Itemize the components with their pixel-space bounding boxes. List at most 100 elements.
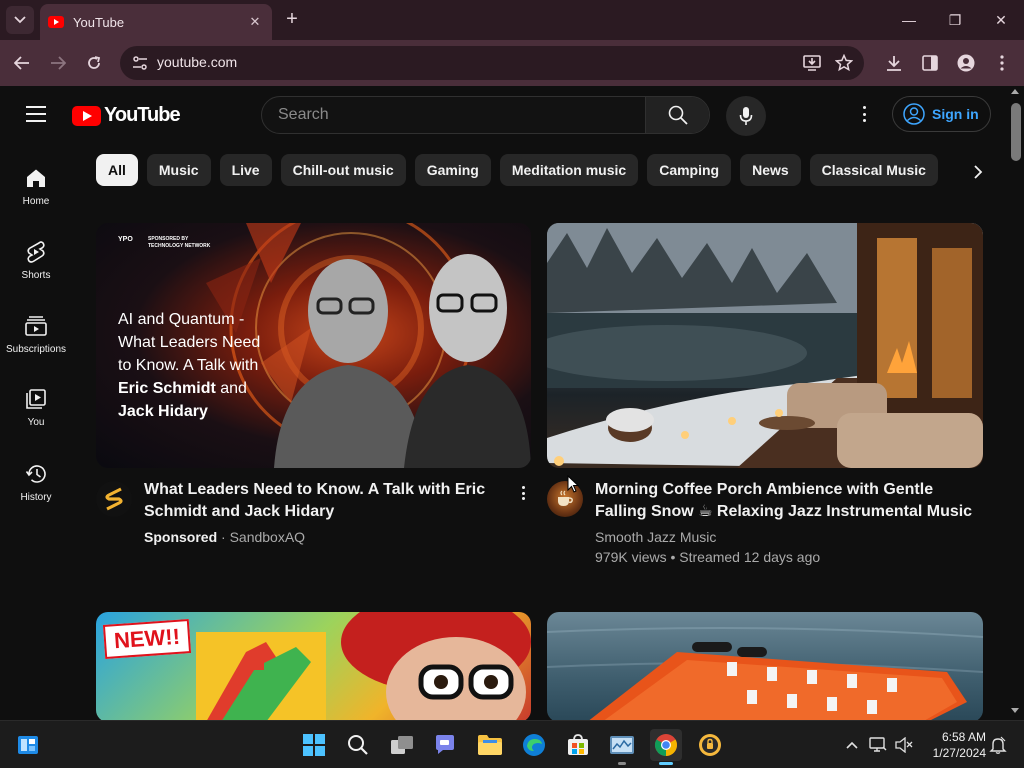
system-clock[interactable]: 6:58 AM 1/27/2024 [920,729,986,761]
profile-icon [957,54,975,72]
scrollbar-thumb[interactable] [1011,103,1021,161]
thumbnail-artwork [547,223,983,468]
network-icon [869,737,887,752]
close-window-button[interactable]: ✕ [978,0,1024,40]
task-view-button[interactable] [386,729,418,761]
chip-camping[interactable]: Camping [647,154,732,186]
page-scrollbar[interactable] [1008,86,1024,720]
maximize-button[interactable]: ❐ [932,0,978,40]
more-vertical-icon [521,486,525,489]
video-title[interactable]: What Leaders Need to Know. A Talk with E… [144,479,504,523]
video-thumbnail[interactable] [547,223,983,468]
chip-news[interactable]: News [740,154,801,186]
taskbar-search-button[interactable] [342,729,374,761]
chip-music[interactable]: Music [146,154,211,186]
back-button[interactable] [8,49,36,77]
video-byline: Sponsored · SandboxAQ [144,529,306,545]
bookmark-button[interactable] [834,54,854,72]
tab-close-button[interactable]: ✕ [246,14,264,30]
widgets-icon [18,736,38,754]
video-stats: 979K views • Streamed 12 days ago [595,549,821,565]
youtube-play-icon [72,105,101,126]
side-panel-button[interactable] [919,52,941,74]
chevron-right-icon [974,165,983,179]
guide-item-shorts[interactable]: Shorts [0,238,72,310]
address-bar[interactable]: youtube.com [120,46,864,80]
guide-item-you[interactable]: You [0,385,72,457]
chip-gaming[interactable]: Gaming [414,154,491,186]
microsoft-store-button[interactable] [562,729,594,761]
password-manager-button[interactable] [694,729,726,761]
guide-item-home[interactable]: Home [0,164,72,236]
downloads-button[interactable] [883,52,905,74]
channel-name[interactable]: SandboxAQ [230,529,306,545]
show-hidden-icons-button[interactable] [842,735,862,755]
network-tray-button[interactable] [868,735,888,755]
channel-name[interactable]: Smooth Jazz Music [595,527,716,547]
star-icon [835,54,853,72]
new-tab-button[interactable]: + [280,8,304,32]
channel-avatar[interactable] [96,481,132,517]
scroll-down-arrow-icon[interactable] [1011,708,1019,713]
tab-search-button[interactable] [6,6,34,34]
chip-all[interactable]: All [96,154,138,186]
chips-next-button[interactable] [964,158,992,186]
clock-date: 1/27/2024 [932,746,986,760]
browser-tab-youtube[interactable]: YouTube ✕ [40,4,272,40]
arrow-left-icon [14,56,29,70]
youtube-masthead: YouTube Sign in [0,86,1008,142]
thumbnail-headline: AI and Quantum - What Leaders Need to Kn… [118,311,261,420]
chip-classical-music[interactable]: Classical Music [809,154,938,186]
install-app-button[interactable] [802,54,822,72]
chip-live[interactable]: Live [219,154,272,186]
side-panel-icon [922,55,938,71]
settings-menu-button[interactable] [854,104,874,124]
search-input[interactable] [278,105,638,125]
search-icon [348,735,368,755]
profile-button[interactable] [955,52,977,74]
reload-button[interactable] [80,49,108,77]
thumbnail-sponsored-by: SPONSORED BY TECHNOLOGY NETWORK [148,236,211,249]
minimize-button[interactable]: — [886,0,932,40]
chevron-up-icon [846,741,858,749]
edge-button[interactable] [518,729,550,761]
video-title[interactable]: Morning Coffee Porch Ambience with Gentl… [595,479,983,523]
active-indicator [659,762,673,765]
resource-monitor-button[interactable] [606,729,638,765]
notifications-button[interactable] [988,735,1008,755]
video-thumbnail[interactable]: NEW!! [96,612,531,722]
browser-menu-button[interactable] [991,52,1013,74]
guide-menu-button[interactable] [26,106,46,122]
volume-tray-button[interactable] [894,735,914,755]
guide-label-history: History [20,492,52,503]
store-icon [568,734,588,755]
volume-muted-icon [895,737,913,753]
chrome-button[interactable] [650,729,682,765]
video-menu-button[interactable] [515,484,531,502]
shorts-icon [24,240,48,264]
teams-chat-button[interactable] [430,729,462,761]
guide-item-history[interactable]: History [0,460,72,532]
youtube-logo[interactable]: YouTube [72,104,181,127]
file-explorer-button[interactable] [474,729,506,761]
logo-text: YouTube [104,104,181,126]
chip-chill-out-music[interactable]: Chill-out music [280,154,406,186]
guide-item-subscriptions[interactable]: Subscriptions [0,312,72,384]
widgets-button[interactable] [12,729,44,761]
reload-icon [88,56,101,69]
scroll-up-arrow-icon[interactable] [1011,89,1019,94]
sign-in-button[interactable]: Sign in [892,96,991,132]
more-vertical-icon [1000,55,1004,71]
chip-meditation-music[interactable]: Meditation music [499,154,639,186]
video-thumbnail[interactable] [547,612,983,722]
folder-icon [478,735,502,755]
start-button[interactable] [298,729,330,761]
video-thumbnail-sponsored[interactable]: YPO SPONSORED BY TECHNOLOGY NETWORK AI a… [96,223,531,468]
chrome-browser-icon [655,734,677,756]
forward-button[interactable] [44,49,72,77]
search-button[interactable] [645,97,709,133]
site-info-button[interactable] [128,51,152,75]
voice-search-button[interactable] [726,96,766,136]
thumbnail-new-badge: NEW!! [102,619,192,659]
url-text: youtube.com [157,54,238,70]
